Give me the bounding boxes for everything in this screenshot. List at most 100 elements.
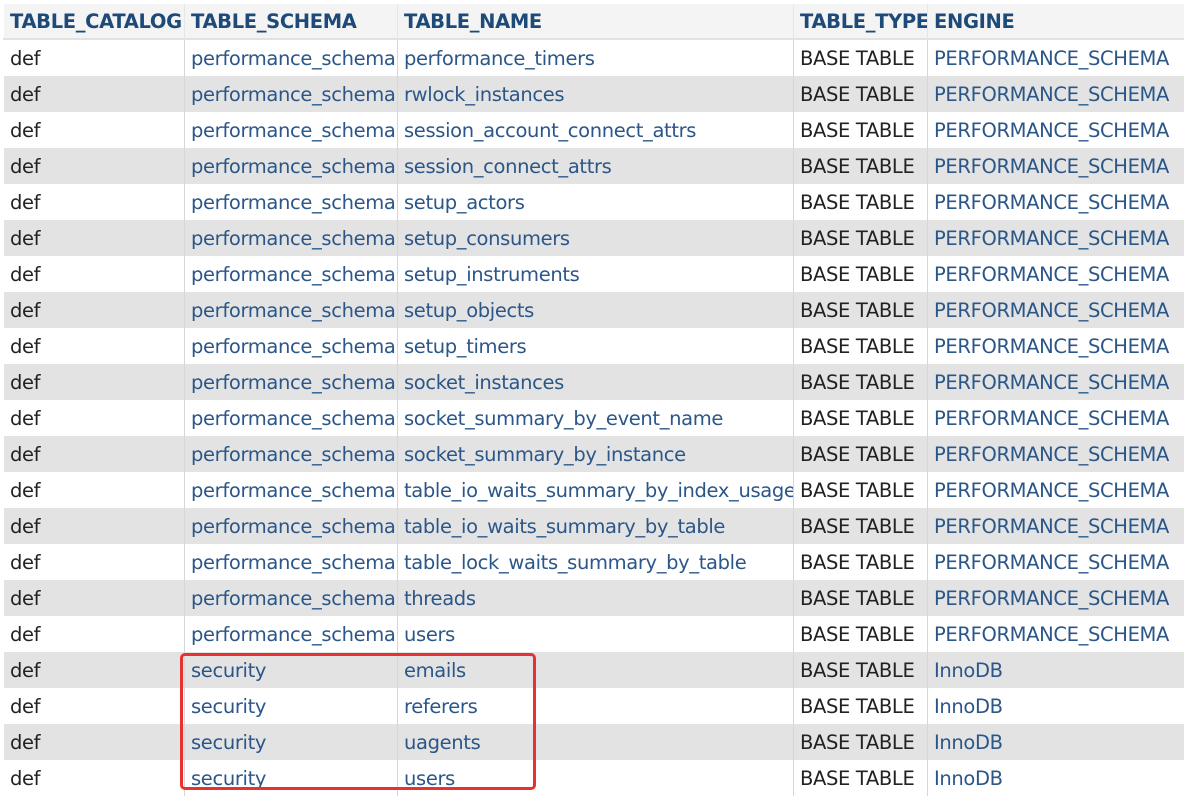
cell-table-catalog[interactable]: def <box>3 580 185 616</box>
cell-table-schema[interactable]: security <box>184 652 398 688</box>
cell-table-schema[interactable]: performance_schema <box>184 148 398 184</box>
cell-table-type[interactable]: BASE TABLE <box>793 508 928 544</box>
cell-engine[interactable]: InnoDB <box>927 724 1184 760</box>
cell-table-schema[interactable]: performance_schema <box>184 292 398 328</box>
cell-table-schema[interactable]: performance_schema <box>184 400 398 436</box>
table-row[interactable]: def performance_schema setup_timers BASE TA… <box>3 328 1184 364</box>
cell-table-type[interactable]: BASE TABLE <box>793 436 928 472</box>
cell-table-schema[interactable]: security <box>184 760 398 796</box>
cell-table-name[interactable]: users <box>397 760 794 796</box>
cell-table-name[interactable]: table_io_waits_summary_by_index_usage <box>397 472 794 508</box>
cell-engine[interactable]: InnoDB <box>927 688 1184 724</box>
cell-engine[interactable]: PERFORMANCE_SCHEMA <box>927 220 1184 256</box>
cell-table-type[interactable]: BASE TABLE <box>793 724 928 760</box>
cell-table-catalog[interactable]: def <box>3 292 185 328</box>
cell-table-name[interactable]: referers <box>397 688 794 724</box>
cell-table-catalog[interactable]: def <box>3 508 185 544</box>
cell-engine[interactable]: PERFORMANCE_SCHEMA <box>927 616 1184 652</box>
cell-table-type[interactable]: BASE TABLE <box>793 652 928 688</box>
cell-engine[interactable]: PERFORMANCE_SCHEMA <box>927 292 1184 328</box>
table-row[interactable]: def performance_schema table_lock_waits_su… <box>3 544 1184 580</box>
cell-table-catalog[interactable]: def <box>3 256 185 292</box>
column-header-table-name[interactable]: TABLE_NAME <box>397 4 794 40</box>
cell-engine[interactable]: PERFORMANCE_SCHEMA <box>927 76 1184 112</box>
cell-table-schema[interactable]: performance_schema <box>184 364 398 400</box>
cell-table-catalog[interactable]: def <box>3 220 185 256</box>
cell-table-type[interactable]: BASE TABLE <box>793 39 928 76</box>
cell-engine[interactable]: PERFORMANCE_SCHEMA <box>927 364 1184 400</box>
table-row[interactable]: def performance_schema table_io_waits_summ… <box>3 508 1184 544</box>
cell-engine[interactable]: PERFORMANCE_SCHEMA <box>927 472 1184 508</box>
cell-engine[interactable]: PERFORMANCE_SCHEMA <box>927 112 1184 148</box>
cell-table-schema[interactable]: performance_schema <box>184 184 398 220</box>
cell-table-name[interactable]: uagents <box>397 724 794 760</box>
cell-table-catalog[interactable]: def <box>3 364 185 400</box>
cell-engine[interactable]: PERFORMANCE_SCHEMA <box>927 39 1184 76</box>
cell-engine[interactable]: PERFORMANCE_SCHEMA <box>927 508 1184 544</box>
cell-table-name[interactable]: setup_timers <box>397 328 794 364</box>
cell-table-name[interactable]: rwlock_instances <box>397 76 794 112</box>
column-header-table-type[interactable]: TABLE_TYPE <box>793 4 928 40</box>
cell-table-type[interactable]: BASE TABLE <box>793 616 928 652</box>
table-row[interactable]: def performance_schema session_account_con… <box>3 112 1184 148</box>
table-row[interactable]: def security uagents BASE TABLE InnoDB <box>3 724 1184 760</box>
cell-table-name[interactable]: session_account_connect_attrs <box>397 112 794 148</box>
cell-table-type[interactable]: BASE TABLE <box>793 400 928 436</box>
cell-table-name[interactable]: socket_summary_by_event_name <box>397 400 794 436</box>
cell-table-type[interactable]: BASE TABLE <box>793 76 928 112</box>
cell-table-name[interactable]: performance_timers <box>397 39 794 76</box>
cell-table-catalog[interactable]: def <box>3 184 185 220</box>
cell-table-catalog[interactable]: def <box>3 760 185 796</box>
cell-engine[interactable]: PERFORMANCE_SCHEMA <box>927 256 1184 292</box>
cell-table-name[interactable]: emails <box>397 652 794 688</box>
table-row[interactable]: def security users BASE TABLE InnoDB <box>3 760 1184 796</box>
cell-table-name[interactable]: session_connect_attrs <box>397 148 794 184</box>
cell-table-type[interactable]: BASE TABLE <box>793 472 928 508</box>
cell-table-name[interactable]: setup_objects <box>397 292 794 328</box>
cell-table-schema[interactable]: performance_schema <box>184 472 398 508</box>
table-row[interactable]: def performance_schema setup_consumers BASE… <box>3 220 1184 256</box>
table-row[interactable]: def security emails BASE TABLE InnoDB <box>3 652 1184 688</box>
cell-table-name[interactable]: threads <box>397 580 794 616</box>
cell-table-type[interactable]: BASE TABLE <box>793 364 928 400</box>
cell-engine[interactable]: PERFORMANCE_SCHEMA <box>927 148 1184 184</box>
cell-table-type[interactable]: BASE TABLE <box>793 580 928 616</box>
cell-engine[interactable]: InnoDB <box>927 760 1184 796</box>
cell-table-schema[interactable]: security <box>184 688 398 724</box>
cell-table-name[interactable]: users <box>397 616 794 652</box>
cell-engine[interactable]: PERFORMANCE_SCHEMA <box>927 436 1184 472</box>
cell-table-type[interactable]: BASE TABLE <box>793 220 928 256</box>
cell-engine[interactable]: PERFORMANCE_SCHEMA <box>927 544 1184 580</box>
cell-engine[interactable]: PERFORMANCE_SCHEMA <box>927 328 1184 364</box>
table-row[interactable]: def performance_schema session_connect_att… <box>3 148 1184 184</box>
table-row[interactable]: def performance_schema socket_summary_by_i… <box>3 436 1184 472</box>
cell-table-schema[interactable]: performance_schema <box>184 256 398 292</box>
cell-table-catalog[interactable]: def <box>3 544 185 580</box>
cell-table-catalog[interactable]: def <box>3 616 185 652</box>
table-row[interactable]: def performance_schema users BASE TABLE PERF… <box>3 616 1184 652</box>
cell-table-catalog[interactable]: def <box>3 328 185 364</box>
table-row[interactable]: def performance_schema setup_instruments BA… <box>3 256 1184 292</box>
cell-engine[interactable]: PERFORMANCE_SCHEMA <box>927 184 1184 220</box>
cell-table-catalog[interactable]: def <box>3 724 185 760</box>
table-row[interactable]: def performance_schema performance_timers B… <box>3 39 1184 76</box>
cell-table-schema[interactable]: performance_schema <box>184 112 398 148</box>
cell-table-schema[interactable]: performance_schema <box>184 544 398 580</box>
cell-table-name[interactable]: table_lock_waits_summary_by_table <box>397 544 794 580</box>
cell-table-name[interactable]: socket_summary_by_instance <box>397 436 794 472</box>
cell-table-name[interactable]: setup_instruments <box>397 256 794 292</box>
cell-table-schema[interactable]: security <box>184 724 398 760</box>
cell-table-catalog[interactable]: def <box>3 76 185 112</box>
cell-table-catalog[interactable]: def <box>3 400 185 436</box>
table-row[interactable]: def security referers BASE TABLE InnoDB <box>3 688 1184 724</box>
cell-table-type[interactable]: BASE TABLE <box>793 328 928 364</box>
cell-engine[interactable]: InnoDB <box>927 652 1184 688</box>
cell-table-type[interactable]: BASE TABLE <box>793 544 928 580</box>
cell-table-schema[interactable]: performance_schema <box>184 580 398 616</box>
cell-table-type[interactable]: BASE TABLE <box>793 292 928 328</box>
cell-table-type[interactable]: BASE TABLE <box>793 256 928 292</box>
table-row[interactable]: def performance_schema threads BASE TABLE PE… <box>3 580 1184 616</box>
cell-table-type[interactable]: BASE TABLE <box>793 148 928 184</box>
table-row[interactable]: def performance_schema socket_summary_by_e… <box>3 400 1184 436</box>
cell-table-schema[interactable]: performance_schema <box>184 220 398 256</box>
